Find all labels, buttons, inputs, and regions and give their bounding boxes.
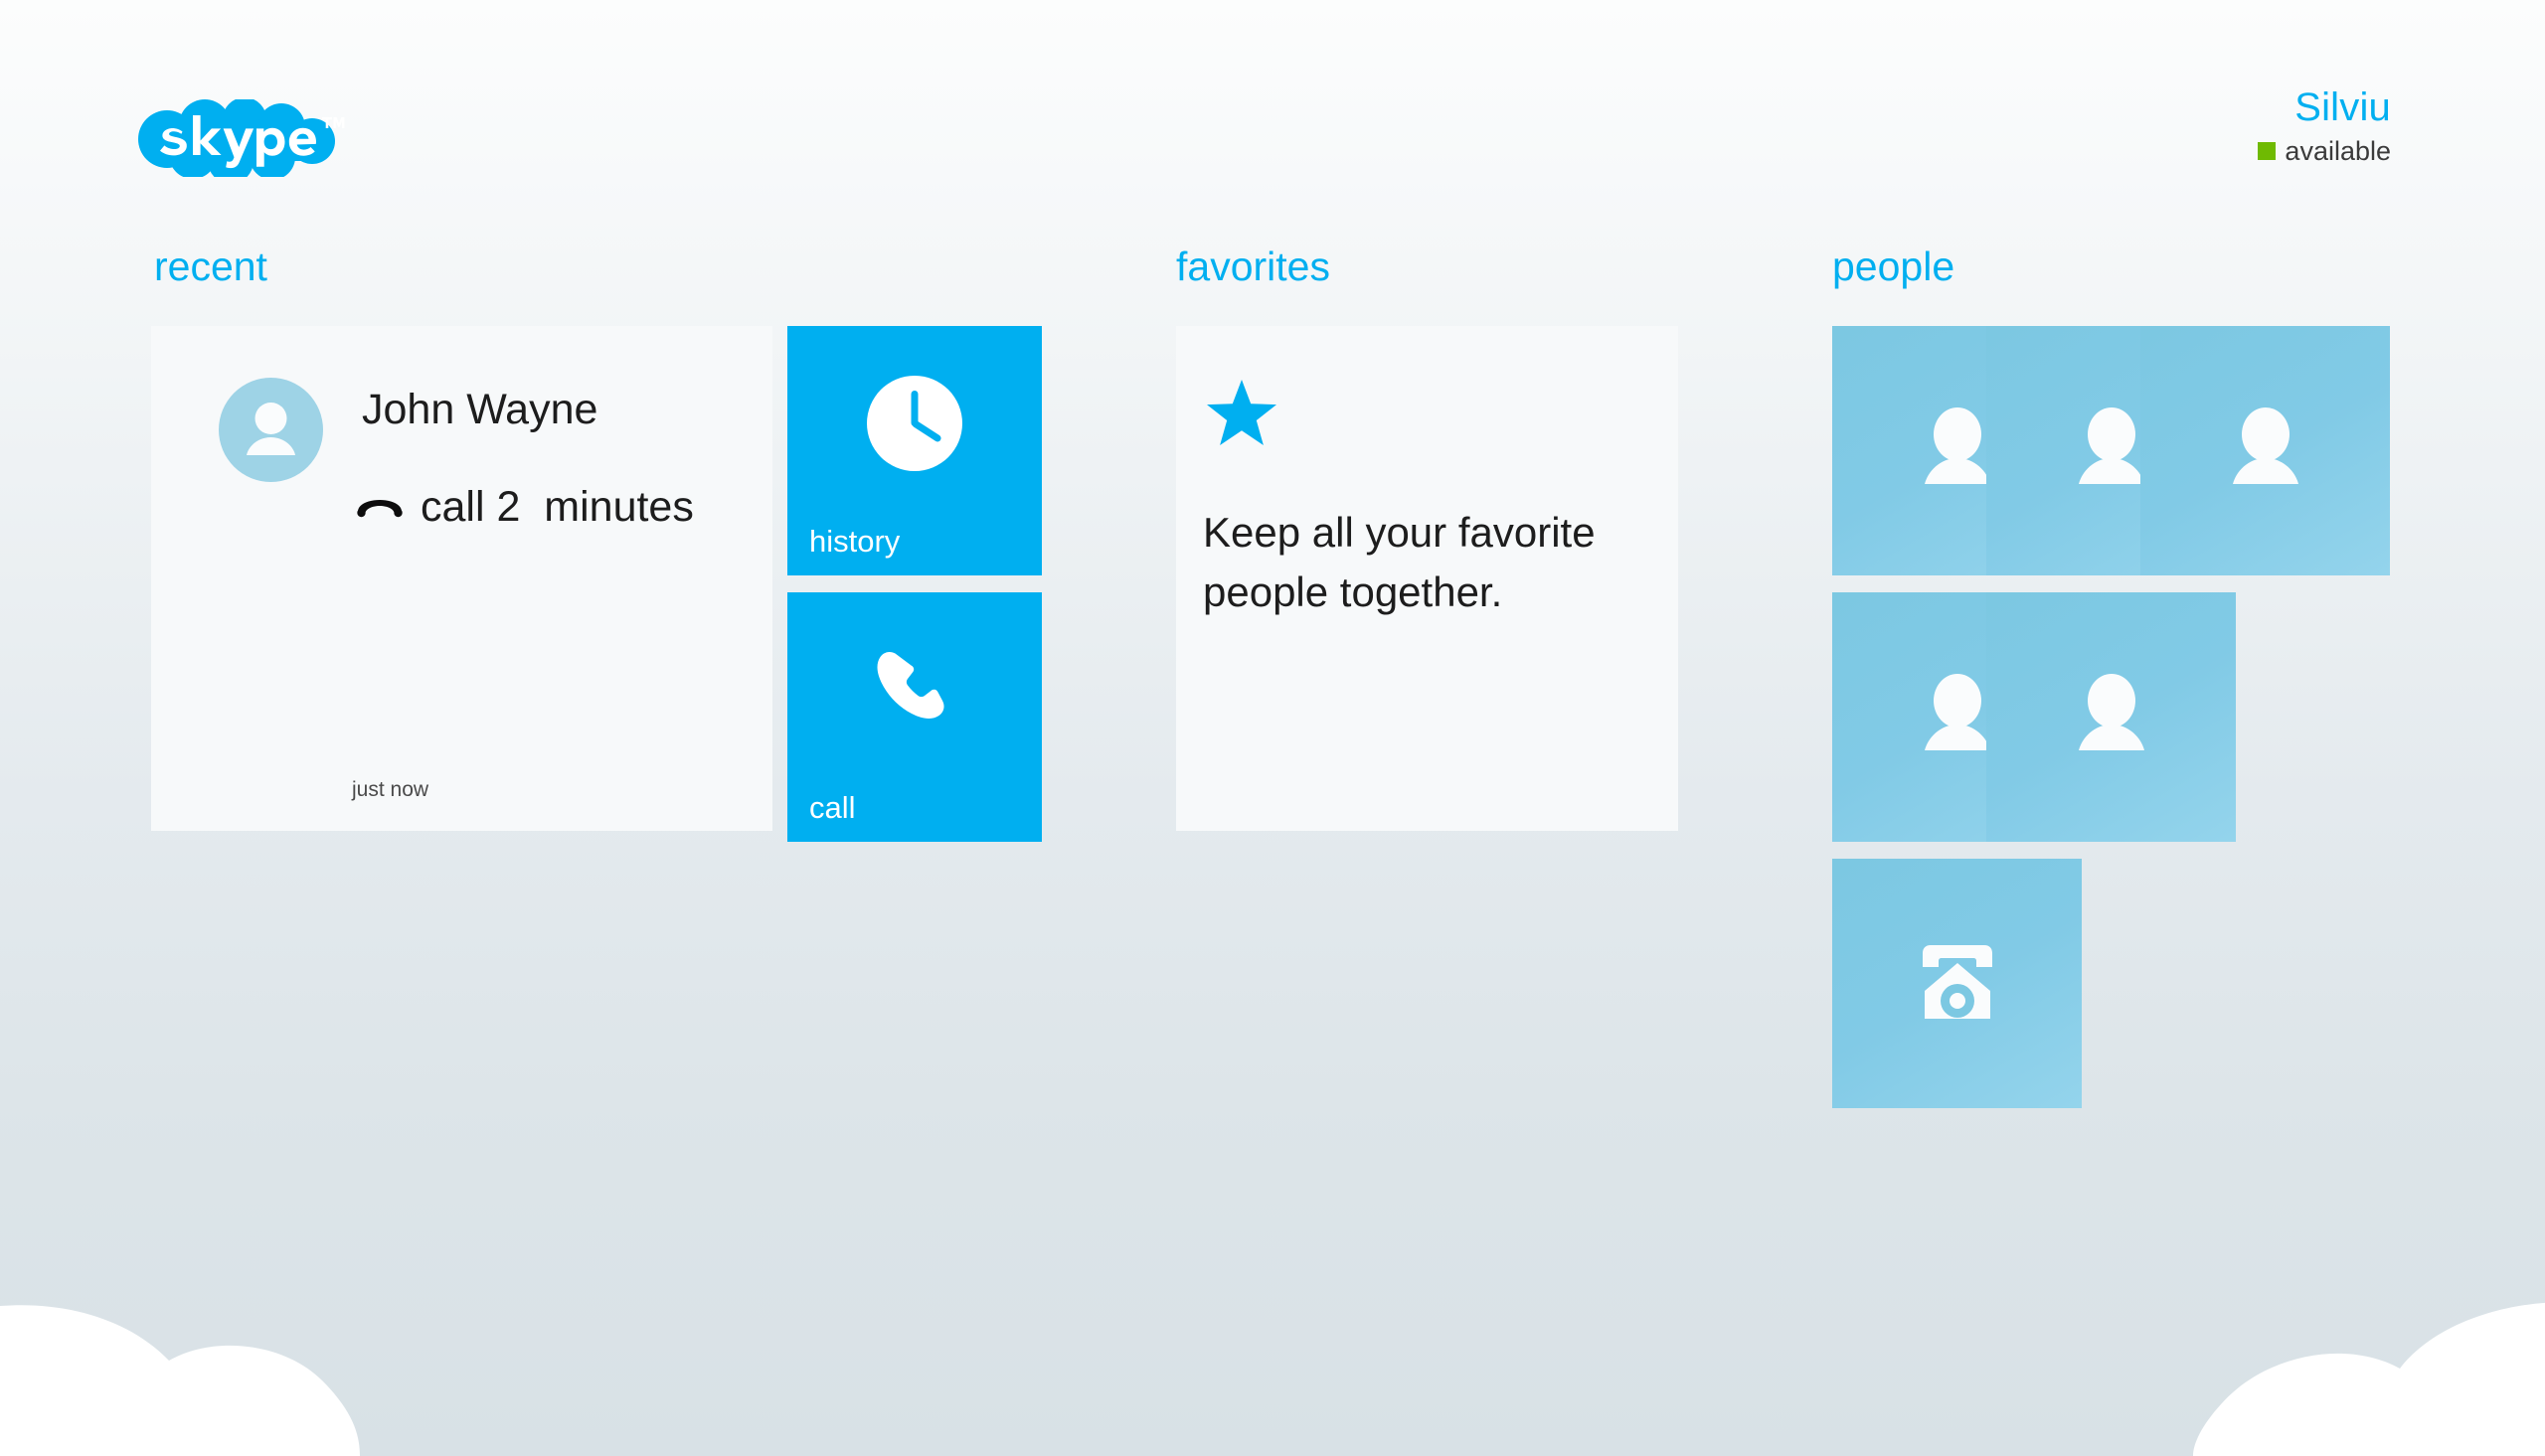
recent-contact-name: John Wayne — [362, 386, 598, 433]
recent-call-summary: call 2 minutes — [421, 483, 694, 531]
history-tile[interactable]: history — [787, 326, 1042, 575]
user-status-block[interactable]: Silviu available — [2258, 84, 2391, 166]
person-silhouette-icon — [2057, 663, 2166, 772]
recent-call-row: call 2 minutes — [355, 481, 694, 533]
call-tile-label: call — [809, 790, 856, 825]
recent-timestamp: just now — [352, 778, 429, 801]
phone-handset-icon — [865, 640, 964, 739]
favorites-tile[interactable]: Keep all your favorite people together. — [1176, 326, 1678, 831]
background-clouds — [0, 1302, 2545, 1456]
call-ended-icon — [355, 490, 405, 525]
star-icon — [1206, 378, 1277, 449]
user-name[interactable]: Silviu — [2258, 84, 2391, 130]
skype-logo — [127, 97, 356, 184]
call-tile[interactable]: call — [787, 592, 1042, 842]
user-presence[interactable]: available — [2258, 136, 2391, 166]
people-contact-tile[interactable] — [1986, 592, 2236, 842]
section-title-favorites: favorites — [1176, 243, 1330, 289]
section-title-people: people — [1832, 243, 1955, 289]
status-label: available — [2285, 136, 2391, 166]
status-square-icon — [2258, 142, 2277, 160]
app-header: Silviu available — [0, 0, 2545, 209]
desk-phone-icon — [1903, 929, 2012, 1039]
favorites-message: Keep all your favorite people together. — [1203, 509, 1596, 615]
people-dial-number-tile[interactable] — [1832, 859, 2082, 1108]
recent-conversation-tile[interactable]: John Wayne call 2 minutes just now — [151, 326, 772, 831]
person-silhouette-icon — [2211, 397, 2320, 506]
history-tile-label: history — [809, 524, 901, 559]
section-title-recent: recent — [154, 243, 267, 289]
people-contact-tile[interactable] — [2140, 326, 2390, 575]
clock-icon — [865, 374, 964, 473]
person-avatar-icon — [219, 378, 323, 482]
